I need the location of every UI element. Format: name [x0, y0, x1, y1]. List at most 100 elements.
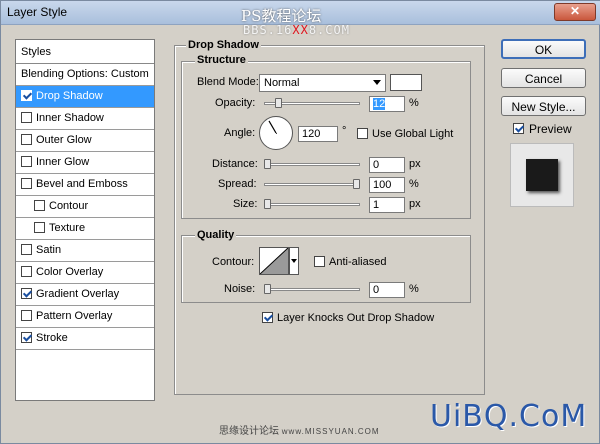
window-title: Layer Style — [7, 5, 68, 19]
style-item-label: Gradient Overlay — [36, 288, 120, 300]
angle-dial-needle — [268, 120, 277, 134]
size-slider[interactable] — [264, 203, 360, 206]
styles-header[interactable]: Styles — [16, 40, 154, 64]
size-unit: px — [409, 198, 421, 210]
drop-shadow-title: Drop Shadow — [186, 39, 261, 51]
noise-slider-thumb[interactable] — [264, 284, 271, 294]
distance-slider[interactable] — [264, 163, 360, 166]
style-item-drop-shadow[interactable]: Drop Shadow — [16, 86, 154, 108]
distance-label: Distance: — [212, 158, 258, 170]
style-item-blending-options-custom[interactable]: Blending Options: Custom — [16, 64, 154, 86]
blend-mode-value: Normal — [264, 77, 300, 89]
style-item-inner-shadow[interactable]: Inner Shadow — [16, 108, 154, 130]
distance-unit: px — [409, 158, 421, 170]
style-item-label: Bevel and Emboss — [36, 178, 128, 190]
style-item-inner-glow[interactable]: Inner Glow — [16, 152, 154, 174]
distance-slider-thumb[interactable] — [264, 159, 271, 169]
spread-unit: % — [409, 178, 419, 190]
style-item-label: Outer Glow — [36, 134, 92, 146]
style-item-checkbox[interactable] — [21, 244, 32, 255]
style-item-checkbox[interactable] — [21, 310, 32, 321]
noise-label: Noise: — [224, 283, 256, 295]
style-item-label: Contour — [49, 200, 89, 212]
style-item-checkbox[interactable] — [21, 90, 32, 101]
opacity-input[interactable]: 12 — [369, 96, 405, 112]
style-item-checkbox[interactable] — [34, 200, 45, 211]
style-item-color-overlay[interactable]: Color Overlay — [16, 262, 154, 284]
opacity-unit: % — [409, 97, 419, 109]
preview-checkbox[interactable] — [513, 123, 524, 134]
cancel-button[interactable]: Cancel — [501, 68, 586, 88]
anti-aliased-checkbox[interactable] — [314, 256, 325, 267]
style-item-satin[interactable]: Satin — [16, 240, 154, 262]
style-item-gradient-overlay[interactable]: Gradient Overlay — [16, 284, 154, 306]
distance-input[interactable]: 0 — [369, 157, 405, 173]
close-icon: ✕ — [570, 4, 581, 18]
angle-label: Angle: — [224, 127, 256, 139]
style-item-contour[interactable]: Contour — [16, 196, 154, 218]
style-item-bevel-and-emboss[interactable]: Bevel and Emboss — [16, 174, 154, 196]
new-style-button[interactable]: New Style... — [501, 96, 586, 116]
contour-preview[interactable] — [259, 247, 289, 275]
size-input[interactable]: 1 — [369, 197, 405, 213]
spread-input[interactable]: 100 — [369, 177, 405, 193]
styles-list: Styles Blending Options: Custom Drop Shad… — [15, 39, 155, 401]
style-item-label: Satin — [36, 244, 62, 256]
style-item-texture[interactable]: Texture — [16, 218, 154, 240]
size-slider-thumb[interactable] — [264, 199, 271, 209]
style-item-label: Inner Shadow — [36, 112, 104, 124]
anti-aliased-label: Anti-aliased — [329, 256, 387, 268]
style-item-label: Blending Options: Custom — [21, 68, 149, 80]
angle-input[interactable]: 120 — [298, 126, 338, 142]
style-preview — [510, 143, 574, 207]
style-item-checkbox[interactable] — [21, 332, 32, 343]
close-button[interactable]: ✕ — [554, 3, 596, 21]
angle-unit: ° — [342, 125, 347, 137]
structure-title: Structure — [195, 54, 248, 66]
spread-slider-thumb[interactable] — [353, 179, 360, 189]
opacity-slider-thumb[interactable] — [274, 98, 282, 108]
style-item-checkbox[interactable] — [21, 288, 32, 299]
style-item-stroke[interactable]: Stroke — [16, 328, 154, 350]
footer-watermark: 思缘设计论坛 www.MISSYUAN.COM — [219, 426, 380, 437]
style-item-label: Texture — [49, 222, 86, 234]
style-item-label: Color Overlay — [36, 266, 104, 278]
style-item-checkbox[interactable] — [21, 134, 32, 145]
chevron-down-icon — [291, 259, 297, 263]
layer-knocks-out-label: Layer Knocks Out Drop Shadow — [277, 312, 435, 324]
style-item-checkbox[interactable] — [21, 178, 32, 189]
style-item-outer-glow[interactable]: Outer Glow — [16, 130, 154, 152]
styles-items: Blending Options: Custom Drop Shadow Inner… — [16, 64, 154, 350]
site-logo: UiBQ.CoM — [430, 399, 588, 434]
spread-slider[interactable] — [264, 183, 360, 186]
style-item-label: Drop Shadow — [36, 90, 103, 102]
style-item-checkbox[interactable] — [34, 222, 45, 233]
watermark-url: BBS.16XX8.COM — [243, 23, 350, 37]
quality-title: Quality — [195, 229, 237, 241]
layer-style-dialog: Layer Style PS教程论坛 ✕ BBS.16XX8.COM Style… — [0, 0, 600, 444]
blend-mode-label: Blend Mode: — [197, 76, 259, 88]
style-item-label: Inner Glow — [36, 156, 90, 168]
shadow-color-swatch[interactable] — [390, 74, 422, 91]
style-item-pattern-overlay[interactable]: Pattern Overlay — [16, 306, 154, 328]
use-global-light-checkbox[interactable] — [357, 128, 368, 139]
preview-label: Preview — [529, 122, 572, 136]
noise-input[interactable]: 0 — [369, 282, 405, 298]
ok-button[interactable]: OK — [501, 39, 586, 59]
contour-label: Contour: — [212, 256, 255, 268]
contour-curve-icon — [259, 247, 289, 275]
noise-slider[interactable] — [264, 288, 360, 291]
blend-mode-select[interactable]: Normal — [259, 74, 386, 92]
style-item-checkbox[interactable] — [21, 112, 32, 123]
angle-dial[interactable] — [259, 116, 293, 150]
noise-unit: % — [409, 283, 419, 295]
contour-dropdown[interactable] — [289, 247, 299, 275]
preview-swatch — [526, 159, 558, 191]
chevron-down-icon — [373, 80, 381, 85]
use-global-light-label: Use Global Light — [372, 128, 454, 140]
style-item-checkbox[interactable] — [21, 266, 32, 277]
title-bar[interactable]: Layer Style PS教程论坛 ✕ — [1, 1, 600, 25]
style-item-checkbox[interactable] — [21, 156, 32, 167]
layer-knocks-out-checkbox[interactable] — [262, 312, 273, 323]
opacity-label: Opacity: — [215, 97, 256, 109]
